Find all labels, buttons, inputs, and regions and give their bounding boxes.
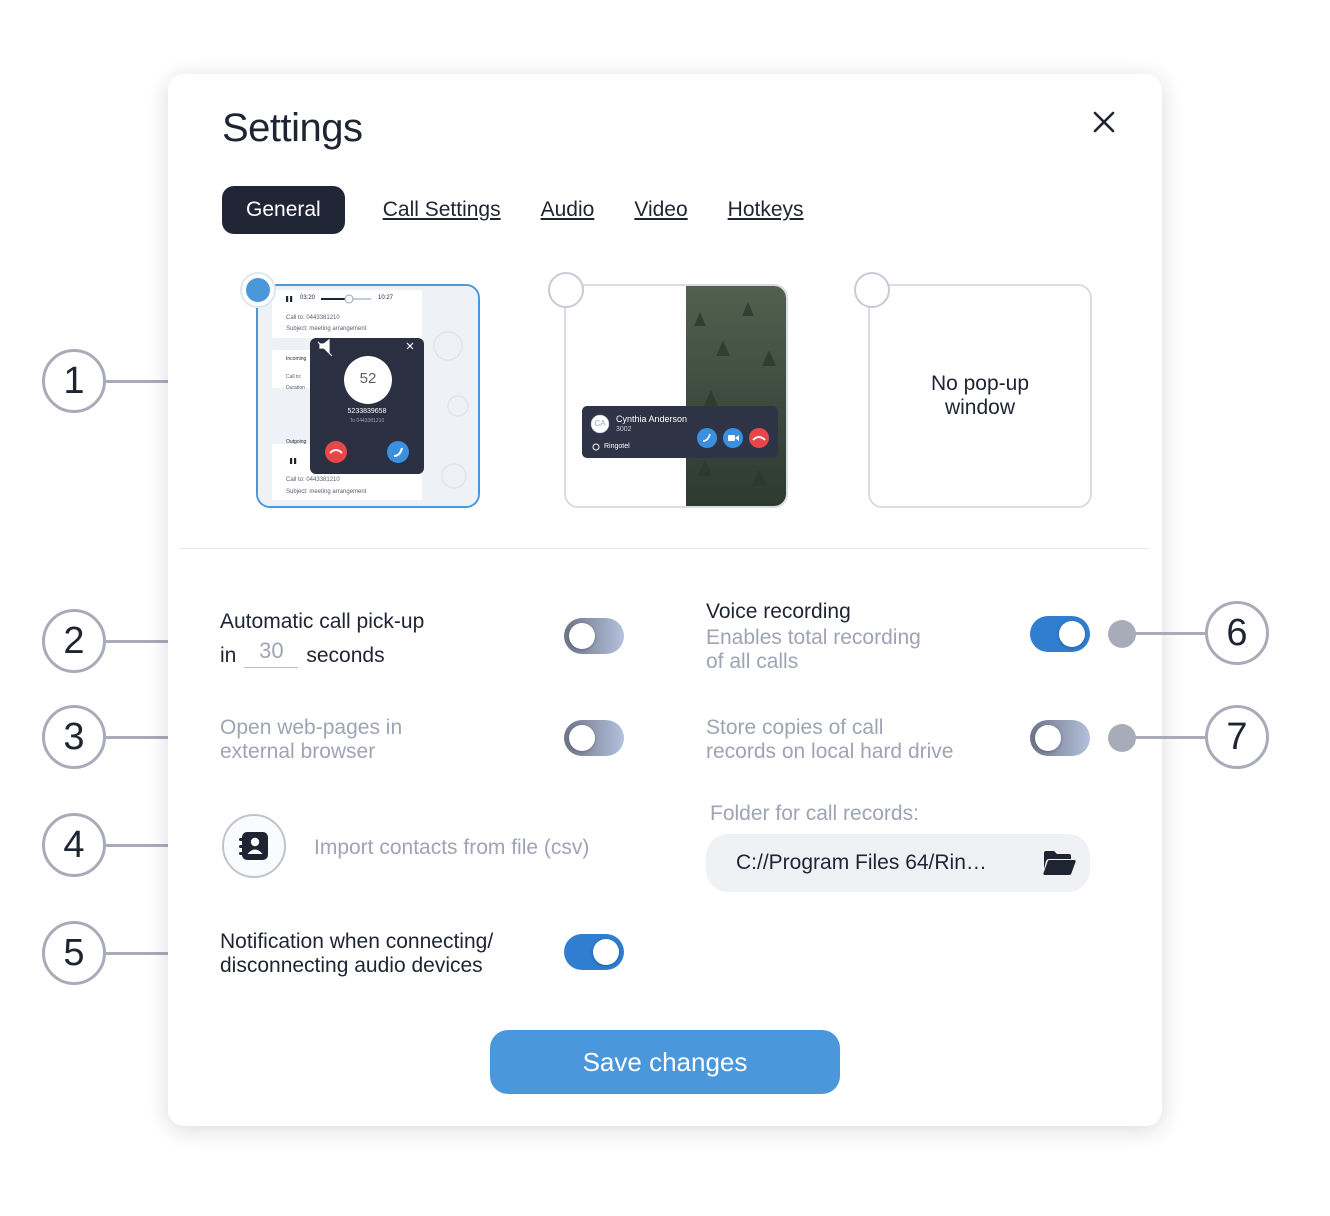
compact-caller-number: 5233839658 — [347, 408, 387, 415]
compact-time-end: 10:27 — [378, 295, 394, 301]
compact-outgoing: Outgoing — [286, 439, 307, 445]
popup-option-compact[interactable]: 03:20 10:27 Call to: 0443381210 Subject:… — [256, 284, 480, 508]
voice-recording-label: Voice recording — [706, 600, 851, 623]
callout-7-leader — [1124, 736, 1208, 739]
popup-option-compact-radio[interactable] — [240, 272, 276, 308]
auto-pickup-toggle[interactable] — [564, 618, 624, 654]
tab-video[interactable]: Video — [634, 198, 687, 222]
compact-dialer-number: 52 — [359, 370, 377, 387]
popup-option-none[interactable]: No pop-up window — [868, 284, 1092, 508]
no-popup-label: No pop-up window — [930, 372, 1030, 419]
overlay-avatar-initials: CA — [594, 419, 606, 428]
compact-time-start: 03:20 — [300, 295, 316, 301]
callout-4: 4 — [42, 813, 106, 877]
voice-recording-description: Enables total recording of all calls — [706, 626, 921, 673]
compact-call-to-short: Call to: — [286, 374, 302, 380]
settings-dialog: Settings General Call Settings Audio Vid… — [168, 74, 1162, 1126]
overlay-caller-name: Cynthia Anderson — [616, 414, 688, 424]
folder-path-field[interactable]: C://Program Files 64/Rin… — [706, 834, 1090, 892]
pickup-seconds-input[interactable] — [244, 638, 299, 668]
callout-1: 1 — [42, 349, 106, 413]
forest-background-image — [582, 286, 786, 506]
contacts-book-icon — [239, 832, 268, 860]
settings-tabs: General Call Settings Audio Video Hotkey… — [222, 186, 844, 234]
open-web-pages-toggle[interactable] — [564, 720, 624, 756]
compact-subject: Subject: meeting arrangement — [286, 326, 367, 332]
device-notification-label: Notification when connecting/ disconnect… — [220, 930, 494, 977]
folder-label: Folder for call records: — [710, 802, 919, 825]
store-copies-label: Store copies of call records on local ha… — [706, 716, 954, 763]
folder-path: C://Program Files 64/Rin… — [736, 851, 987, 874]
auto-pickup-label: Automatic call pick-up — [220, 610, 425, 633]
tab-general[interactable]: General — [222, 186, 345, 234]
save-changes-button[interactable]: Save changes — [490, 1030, 840, 1094]
compact-caller-to: To 0443381210 — [349, 418, 385, 424]
close-icon[interactable] — [1088, 106, 1120, 138]
overlay-app-name: Ringotel — [604, 443, 630, 450]
compact-subject-bottom: Subject: meeting arrangement — [286, 489, 367, 495]
callout-6-dot — [1108, 620, 1136, 648]
overlay-caller-ext: 3002 — [616, 426, 632, 433]
callout-3: 3 — [42, 705, 106, 769]
compact-incoming: Incoming — [286, 356, 307, 362]
import-contacts-label[interactable]: Import contacts from file (csv) — [314, 836, 589, 860]
callout-5: 5 — [42, 921, 106, 985]
callout-6-leader — [1124, 632, 1208, 635]
voice-recording-toggle[interactable] — [1030, 616, 1090, 652]
callout-7: 7 — [1205, 705, 1269, 769]
compact-call-to: Call to: 0443381210 — [286, 315, 340, 321]
auto-pickup-seconds-row: in seconds — [220, 638, 385, 668]
popup-option-overlay[interactable]: CA Cynthia Anderson 3002 Ringotel — [564, 284, 788, 508]
popup-option-none-radio[interactable] — [854, 272, 890, 308]
compact-duration: Duration — [286, 385, 305, 391]
callout-6: 6 — [1205, 601, 1269, 665]
open-web-pages-label: Open web-pages in external browser — [220, 716, 403, 763]
import-contacts-button[interactable] — [222, 814, 286, 878]
callout-7-dot — [1108, 724, 1136, 752]
tab-audio[interactable]: Audio — [541, 198, 595, 222]
popup-option-overlay-radio[interactable] — [548, 272, 584, 308]
dialog-title: Settings — [222, 106, 363, 150]
store-copies-toggle[interactable] — [1030, 720, 1090, 756]
device-notification-toggle[interactable] — [564, 934, 624, 970]
section-divider — [180, 548, 1150, 549]
tab-call-settings[interactable]: Call Settings — [383, 198, 501, 222]
callout-2: 2 — [42, 609, 106, 673]
folder-open-icon[interactable] — [1042, 847, 1076, 879]
compact-call-to-bottom: Call to: 0443381210 — [286, 477, 340, 483]
tab-hotkeys[interactable]: Hotkeys — [728, 198, 804, 222]
